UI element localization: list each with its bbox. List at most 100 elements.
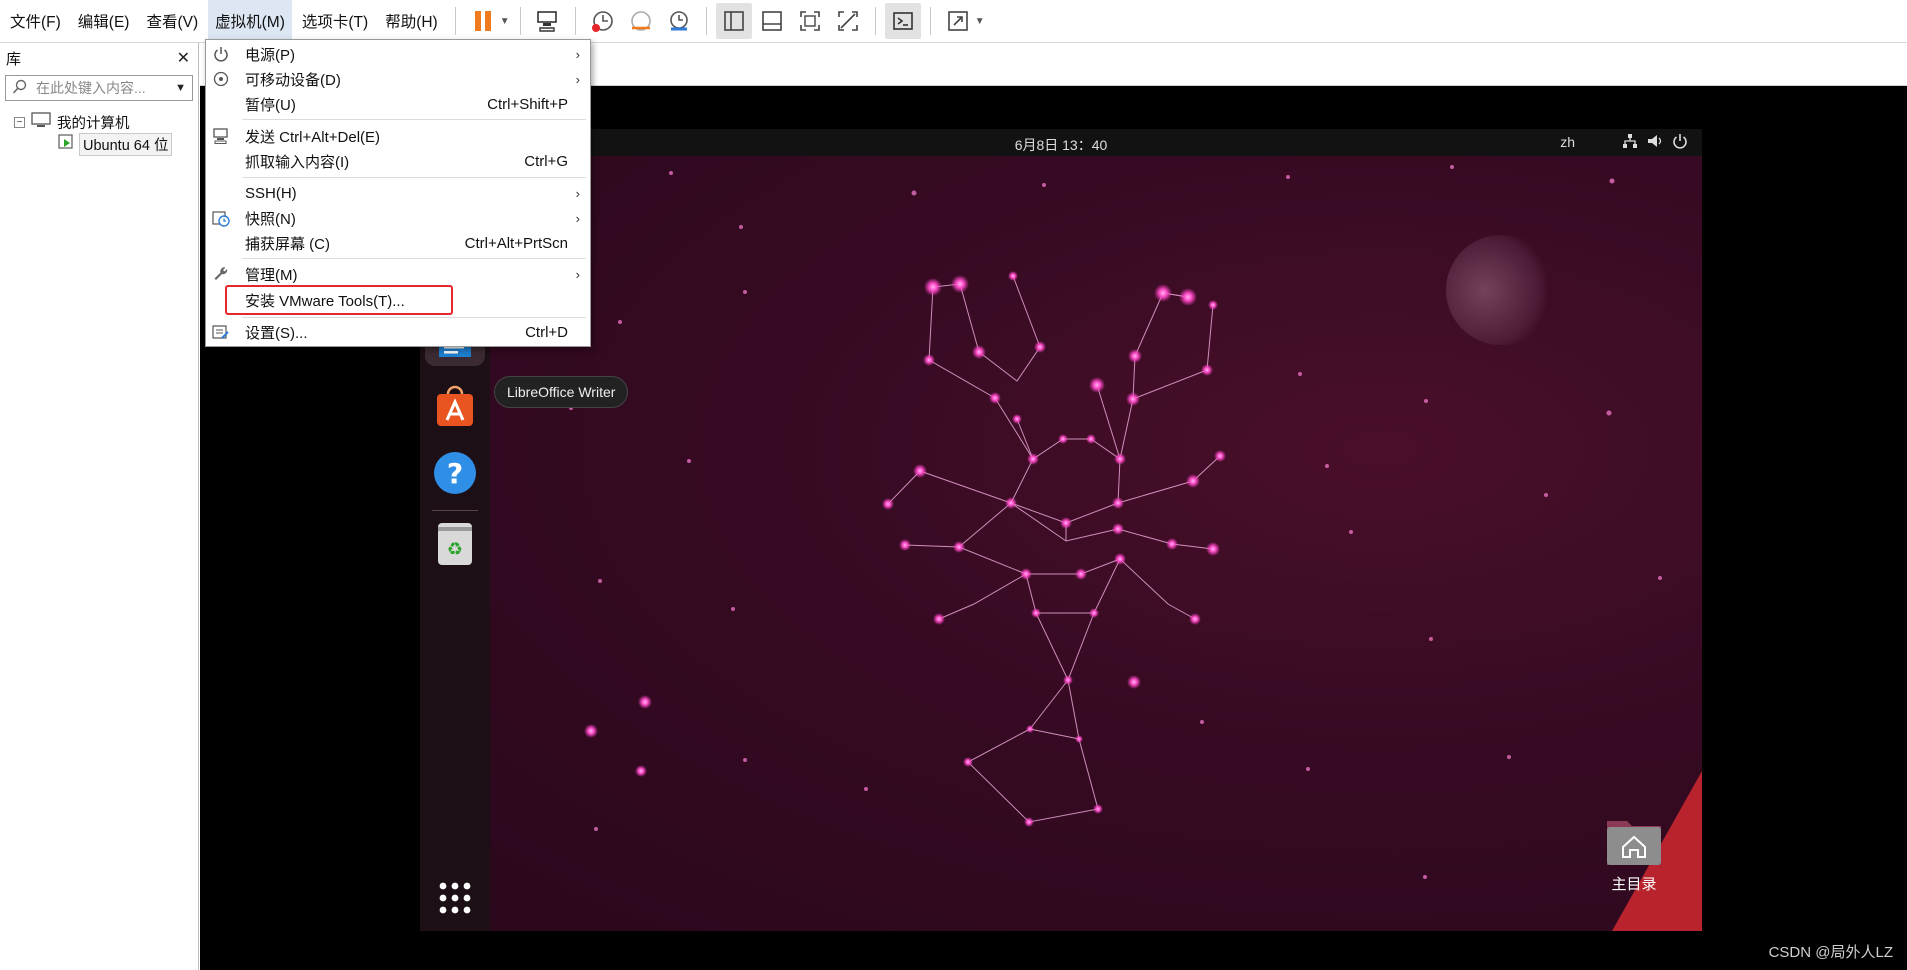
menu-item-pause[interactable]: 暂停(U) Ctrl+Shift+P	[206, 92, 590, 116]
language-indicator[interactable]: zh	[1560, 134, 1575, 150]
menu-item-label: 发送 Ctrl+Alt+Del(E)	[245, 128, 381, 146]
menubar: 文件(F) 编辑(E) 查看(V) 虚拟机(M) 选项卡(T) 帮助(H) ▼	[0, 0, 1907, 43]
menu-item-power[interactable]: 电源(P) ›	[206, 42, 590, 66]
app-center-icon[interactable]	[425, 376, 485, 436]
power-icon	[1672, 133, 1688, 152]
ubuntu-desktop[interactable]: 6月8日 13：40 zh ? ♻ LibreOffice Writer 主目录	[420, 129, 1702, 931]
home-folder-icon	[1605, 821, 1663, 871]
menu-item-label: 暂停(U)	[245, 96, 296, 114]
menu-view[interactable]: 查看(V)	[139, 0, 205, 43]
search-icon	[12, 79, 28, 98]
library-title: 库	[6, 50, 22, 68]
menu-tabs[interactable]: 选项卡(T)	[295, 0, 375, 43]
vm-menu-dropdown: 电源(P) › 可移动设备(D) › 暂停(U) Ctrl+Shift+P 发送…	[205, 39, 591, 347]
toolbar-separator	[454, 7, 456, 35]
menu-item-label: 管理(M)	[245, 266, 298, 284]
menu-item-label: 可移动设备(D)	[245, 71, 341, 89]
menu-item-shortcut: Ctrl+Alt+PrtScn	[464, 234, 568, 252]
menu-item-shortcut: Ctrl+G	[524, 152, 568, 170]
toolbar-separator	[929, 7, 931, 35]
snapshot-icon[interactable]	[585, 3, 621, 39]
toolbar-separator	[574, 7, 576, 35]
library-header: 库 ✕	[0, 43, 198, 73]
sidebar-view-icon[interactable]	[715, 3, 752, 39]
menu-separator	[242, 119, 586, 120]
watermark-text: CSDN @局外人LZ	[1768, 944, 1893, 961]
power-icon	[212, 45, 230, 63]
removable-device-icon	[212, 70, 230, 88]
menu-item-grab-input[interactable]: 抓取输入内容(I) Ctrl+G	[206, 149, 590, 173]
manage-snapshots-icon[interactable]	[661, 3, 697, 39]
toolbar-separator	[874, 7, 876, 35]
clock-label[interactable]: 6月8日 13：40	[420, 135, 1702, 155]
revert-snapshot-icon[interactable]	[623, 3, 659, 39]
menu-edit[interactable]: 编辑(E)	[71, 0, 137, 43]
fullscreen-icon[interactable]	[940, 3, 976, 39]
chevron-right-icon: ›	[575, 210, 580, 226]
tree-item-label: 我的计算机	[57, 115, 130, 132]
menu-separator	[242, 177, 586, 178]
menu-item-manage[interactable]: 管理(M) ›	[206, 262, 590, 286]
menu-help[interactable]: 帮助(H)	[378, 0, 445, 43]
thumbnail-view-icon[interactable]	[754, 3, 790, 39]
search-placeholder: 在此处键入内容...	[36, 80, 146, 96]
menu-item-label: SSH(H)	[245, 184, 297, 202]
desktop-home-folder[interactable]: 主目录	[1594, 815, 1674, 894]
menu-item-send-ctrl-alt-del[interactable]: 发送 Ctrl+Alt+Del(E)	[206, 124, 590, 148]
desktop-icon-label: 主目录	[1611, 876, 1657, 893]
menu-item-label: 电源(P)	[245, 46, 295, 64]
menu-separator	[242, 317, 586, 318]
dock-tooltip: LibreOffice Writer	[494, 376, 629, 408]
volume-icon	[1647, 133, 1663, 152]
toolbar-separator	[519, 7, 521, 35]
menu-item-capture-screen[interactable]: 捕获屏幕 (C) Ctrl+Alt+PrtScn	[206, 231, 590, 255]
snapshot-icon	[212, 209, 230, 227]
send-keys-icon[interactable]	[530, 3, 566, 39]
moon-decoration	[1446, 235, 1556, 345]
menu-item-shortcut: Ctrl+Shift+P	[487, 95, 568, 113]
tree-item-label: Ubuntu 64 位	[79, 132, 173, 156]
settings-icon	[212, 323, 230, 341]
wrench-icon	[212, 265, 230, 283]
vm-running-icon	[57, 133, 75, 155]
ubuntu-top-bar: 6月8日 13：40 zh	[420, 129, 1702, 156]
menu-item-removable-devices[interactable]: 可移动设备(D) ›	[206, 67, 590, 91]
library-search-input[interactable]: 在此处键入内容... ▼	[5, 75, 193, 101]
menu-item-ssh[interactable]: SSH(H) ›	[206, 181, 590, 205]
unity-icon[interactable]	[830, 3, 866, 39]
chevron-down-icon[interactable]: ▼	[973, 3, 987, 39]
help-icon[interactable]: ?	[425, 443, 485, 503]
chevron-right-icon: ›	[575, 71, 580, 87]
menu-item-label: 捕获屏幕 (C)	[245, 235, 330, 253]
fit-guest-icon[interactable]	[792, 3, 828, 39]
show-apps-icon[interactable]	[425, 868, 485, 928]
menu-vm[interactable]: 虚拟机(M)	[208, 0, 292, 43]
library-panel: 库 ✕ 在此处键入内容... ▼ − 我的计算机 Ubuntu 64 位	[0, 43, 199, 970]
menu-file[interactable]: 文件(F)	[3, 0, 68, 43]
library-tree: − 我的计算机 Ubuntu 64 位	[0, 111, 198, 156]
tree-item-ubuntu[interactable]: Ubuntu 64 位	[0, 132, 198, 156]
tree-item-my-computer[interactable]: − 我的计算机	[0, 111, 198, 133]
menu-separator	[242, 258, 586, 259]
pause-icon[interactable]	[465, 3, 501, 39]
chevron-right-icon: ›	[575, 46, 580, 62]
svg-text:♻: ♻	[447, 539, 463, 560]
menu-item-shortcut: Ctrl+D	[525, 323, 568, 341]
trash-icon[interactable]: ♻	[425, 514, 485, 574]
chevron-down-icon[interactable]: ▼	[175, 82, 186, 94]
chevron-down-icon[interactable]: ▼	[498, 3, 512, 39]
network-icon	[1622, 133, 1638, 152]
close-icon[interactable]: ✕	[177, 48, 190, 68]
console-view-icon[interactable]	[884, 3, 921, 39]
toolbar-separator	[705, 7, 707, 35]
chevron-right-icon: ›	[575, 185, 580, 201]
dock-separator	[432, 510, 478, 511]
collapse-toggle-icon[interactable]: −	[14, 116, 25, 128]
menu-item-label: 设置(S)...	[245, 324, 308, 342]
menu-item-settings[interactable]: 设置(S)... Ctrl+D	[206, 320, 590, 344]
system-tray[interactable]	[1622, 133, 1688, 152]
chevron-right-icon: ›	[575, 266, 580, 282]
vmware-window: 文件(F) 编辑(E) 查看(V) 虚拟机(M) 选项卡(T) 帮助(H) ▼	[0, 0, 1907, 970]
menu-item-snapshot[interactable]: 快照(N) ›	[206, 206, 590, 230]
annotation-highlight-box	[225, 285, 453, 315]
